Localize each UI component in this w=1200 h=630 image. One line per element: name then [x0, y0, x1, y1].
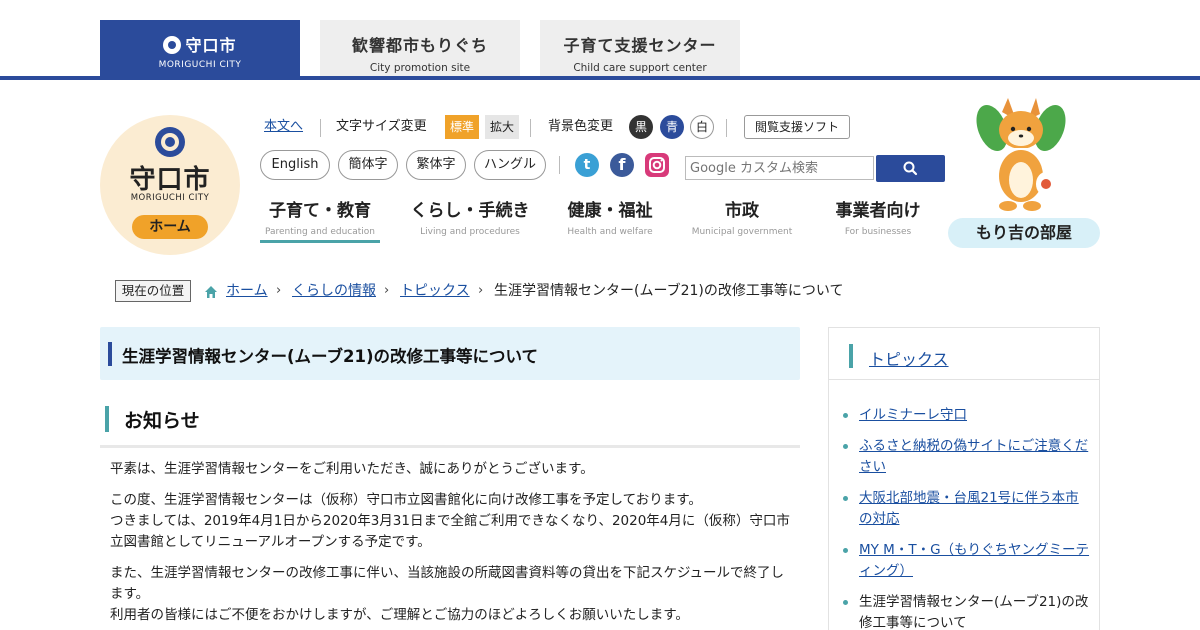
page-title-box: 生涯学習情報センター(ムーブ21)の改修工事等について: [100, 327, 800, 380]
facebook-icon[interactable]: f: [610, 153, 634, 177]
paragraph: 平素は、生涯学習情報センターをご利用いただき、誠にありがとうございます。: [110, 461, 594, 477]
tab-moriguchi-city[interactable]: 守口市 MORIGUCHI CITY: [100, 20, 300, 76]
sidebar-item[interactable]: MY M・T・G（もりぐちヤングミーティング）: [843, 540, 1091, 582]
divider: [726, 119, 727, 137]
section-heading: お知らせ: [124, 410, 200, 432]
lang-simplified-chinese-button[interactable]: 簡体字: [338, 150, 398, 180]
nav-active-indicator: [260, 240, 380, 243]
sidebar-topics: トピックス イルミナーレ守口 ふるさと納税の偽サイトにご注意ください 大阪北部地…: [828, 327, 1100, 630]
font-size-label: 文字サイズ変更: [336, 119, 427, 134]
twitter-icon[interactable]: t: [575, 153, 599, 177]
breadcrumb-topics[interactable]: トピックス: [400, 281, 470, 301]
city-emblem-icon: [155, 127, 185, 157]
breadcrumb-current: 生涯学習情報センター(ムーブ21)の改修工事等について: [494, 283, 844, 299]
instagram-icon[interactable]: [645, 153, 669, 177]
home-icon: [204, 284, 218, 298]
header-rule: [0, 76, 1200, 80]
sidebar-heading-box: トピックス: [829, 328, 1099, 380]
breadcrumb-living-info[interactable]: くらしの情報: [292, 281, 376, 301]
page-title: 生涯学習情報センター(ムーブ21)の改修工事等について: [122, 347, 539, 366]
breadcrumb-home[interactable]: ホーム: [226, 281, 268, 301]
divider: [320, 119, 321, 137]
home-button[interactable]: ホーム: [132, 215, 208, 239]
lang-korean-button[interactable]: ハングル: [474, 150, 546, 180]
section-heading-box: お知らせ: [100, 404, 800, 448]
tab-city-promotion[interactable]: 歓響都市もりぐち City promotion site: [320, 20, 520, 76]
nav-health-welfare[interactable]: 健康・福祉 Health and welfare: [550, 196, 670, 237]
nav-municipal-government[interactable]: 市政 Municipal government: [682, 196, 802, 237]
lang-english-button[interactable]: English: [260, 150, 330, 180]
paragraph: この度、生涯学習情報センターは（仮称）守口市立図書館化に向け改修工事を予定してお…: [110, 492, 702, 508]
sidebar-item[interactable]: 大阪北部地震・台風21号に伴う本市の対応: [843, 488, 1091, 530]
bg-blue-button[interactable]: 青: [660, 115, 684, 139]
paragraph: また、生涯学習情報センターの改修工事に伴い、当該施設の所蔵図書資料等の貸出を下記…: [110, 565, 785, 602]
nav-for-businesses[interactable]: 事業者向け For businesses: [818, 196, 938, 237]
bg-black-button[interactable]: 黒: [629, 115, 653, 139]
title-accent-bar: [108, 342, 112, 366]
paragraph: つきましては、2019年4月1日から2020年3月31日まで全館ご利用できなくな…: [110, 513, 790, 550]
sidebar-accent-bar: [849, 344, 853, 368]
mascot-morikichi-image: [976, 98, 1066, 211]
city-emblem-icon: [163, 36, 182, 54]
top-tab-bar: 守口市 MORIGUCHI CITY 歓響都市もりぐち City promoti…: [0, 0, 1200, 80]
nav-living-procedures[interactable]: くらし・手続き Living and procedures: [410, 196, 530, 237]
tab-child-care-center[interactable]: 子育て支援センター Child care support center: [540, 20, 740, 76]
sidebar-item[interactable]: イルミナーレ守口: [843, 405, 1091, 426]
bg-color-label: 背景色変更: [548, 119, 614, 134]
chevron-right-icon: ›: [276, 283, 282, 298]
chevron-right-icon: ›: [384, 283, 390, 298]
search-button[interactable]: [876, 155, 945, 182]
site-logo-home[interactable]: 守口市 MORIGUCHI CITY ホーム: [100, 115, 240, 255]
paragraph: 利用者の皆様にはご不便をおかけしますが、ご理解とご協力のほどよろしくお願いいたし…: [110, 607, 689, 623]
site-search-input[interactable]: [685, 156, 874, 180]
chevron-right-icon: ›: [478, 283, 484, 298]
sidebar-item[interactable]: ふるさと納税の偽サイトにご注意ください: [843, 436, 1091, 478]
breadcrumb-label: 現在の位置: [115, 280, 191, 302]
divider: [559, 156, 560, 174]
mascot-room-link[interactable]: もり吉の部屋: [948, 218, 1100, 248]
skip-to-content-link[interactable]: 本文へ: [264, 115, 303, 141]
sidebar-item-current: 生涯学習情報センター(ムーブ21)の改修工事等について: [843, 592, 1091, 630]
lang-traditional-chinese-button[interactable]: 繁体字: [406, 150, 466, 180]
logo-name: 守口市: [129, 165, 211, 195]
sidebar-heading-link[interactable]: トピックス: [869, 346, 949, 370]
search-icon: [903, 161, 918, 176]
nav-parenting-education[interactable]: 子育て・教育 Parenting and education: [260, 196, 380, 237]
bg-white-button[interactable]: 白: [690, 115, 714, 139]
divider: [530, 119, 531, 137]
font-size-large-button[interactable]: 拡大: [485, 115, 519, 139]
reading-support-software-button[interactable]: 閲覧支援ソフト: [744, 115, 850, 139]
logo-en: MORIGUCHI CITY: [130, 193, 210, 203]
font-size-standard-button[interactable]: 標準: [445, 115, 479, 139]
heading-accent-bar: [105, 406, 109, 432]
